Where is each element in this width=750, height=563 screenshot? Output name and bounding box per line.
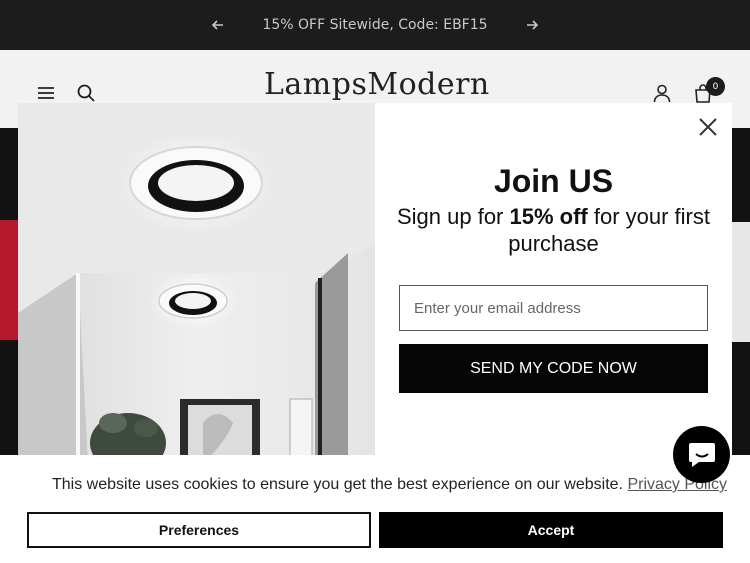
site-logo[interactable]: LampsModern [264,70,490,100]
newsletter-modal [18,103,732,463]
chat-icon [688,442,715,467]
account-icon[interactable] [652,83,672,103]
cookie-message: This website uses cookies to ensure you … [52,476,728,493]
announcement-bar: 15% OFF Sitewide, Code: EBF15 [0,0,750,50]
chat-button[interactable] [673,426,730,483]
arrow-left-icon[interactable] [210,17,226,33]
arrow-right-icon[interactable] [524,17,540,33]
send-code-button[interactable]: SEND MY CODE NOW [399,344,708,393]
close-icon[interactable] [697,116,719,138]
cart-count-badge: 0 [706,77,725,96]
modal-title: Join US [493,163,614,199]
announcement-text[interactable]: 15% OFF Sitewide, Code: EBF15 [262,17,487,33]
menu-icon[interactable] [36,83,56,103]
search-icon[interactable] [76,83,96,103]
modal-hero-image [18,103,375,463]
accept-button[interactable]: Accept [379,512,723,548]
email-input[interactable] [399,285,708,331]
modal-subtitle: Sign up for 15% off for your first purch… [396,204,710,256]
preferences-button[interactable]: Preferences [27,512,371,548]
